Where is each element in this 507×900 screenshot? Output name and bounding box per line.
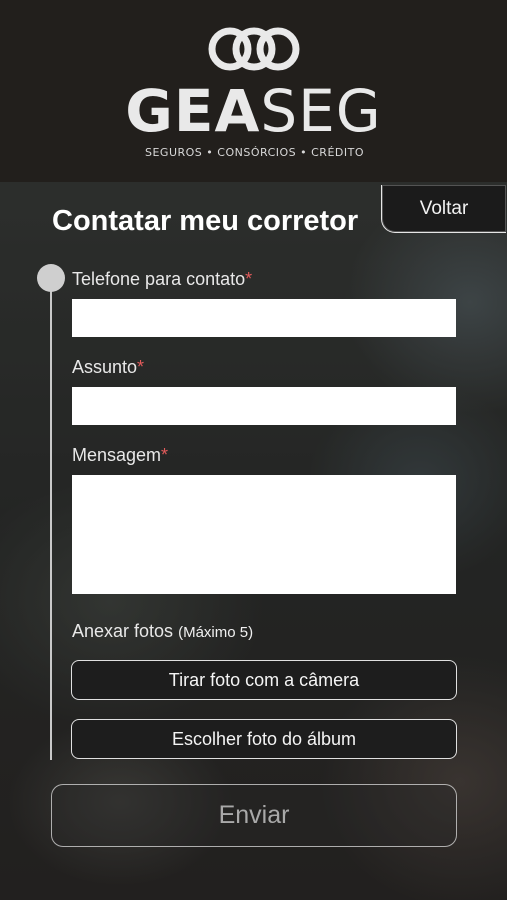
choose-album-photo-button[interactable]: Escolher foto do álbum — [71, 719, 457, 759]
brand-name-regular: SEG — [260, 77, 382, 145]
required-mark: * — [245, 269, 253, 289]
phone-label: Telefone para contato* — [72, 269, 252, 290]
brand-tagline: SEGUROS • CONSÓRCIOS • CRÉDITO — [145, 146, 364, 159]
subject-label: Assunto* — [72, 357, 144, 378]
subject-label-text: Assunto — [72, 357, 138, 377]
brand-logo-wordmark: GEASEG — [125, 80, 382, 142]
attach-photos-limit: (Máximo 5) — [178, 624, 254, 641]
take-photo-button[interactable]: Tirar foto com a câmera — [71, 660, 457, 700]
message-label-text: Mensagem — [72, 445, 162, 465]
message-textarea[interactable] — [72, 475, 456, 594]
timeline-line — [50, 282, 52, 760]
required-mark: * — [161, 445, 169, 465]
phone-input[interactable] — [72, 299, 456, 337]
brand-name-bold: GEA — [125, 77, 261, 145]
required-mark: * — [137, 357, 145, 377]
send-button[interactable]: Enviar — [51, 784, 457, 847]
attach-photos-label: Anexar fotos (Máximo 5) — [72, 621, 253, 642]
timeline-dot — [37, 264, 65, 292]
interlocked-rings-icon — [208, 27, 299, 71]
app-header: GEASEG SEGUROS • CONSÓRCIOS • CRÉDITO — [0, 0, 507, 182]
attach-photos-text: Anexar fotos — [72, 621, 174, 641]
phone-label-text: Telefone para contato — [72, 269, 246, 289]
page-title: Contatar meu corretor — [52, 205, 359, 237]
message-label: Mensagem* — [72, 445, 168, 466]
back-button[interactable]: Voltar — [381, 185, 506, 233]
subject-input[interactable] — [72, 387, 456, 425]
